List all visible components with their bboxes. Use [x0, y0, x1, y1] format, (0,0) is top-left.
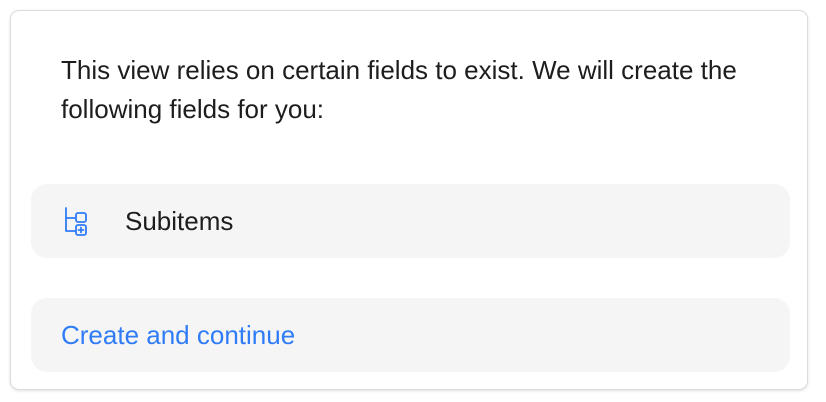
field-label: Subitems [125, 206, 234, 236]
field-row-subitems: Subitems [31, 184, 790, 258]
create-and-continue-label[interactable]: Create and continue [61, 298, 295, 372]
dialog-card: This view relies on certain fields to ex… [10, 10, 808, 390]
dialog-message: This view relies on certain fields to ex… [61, 55, 737, 124]
create-and-continue-button[interactable]: Create and continue [31, 298, 790, 372]
subitems-icon [62, 204, 98, 240]
